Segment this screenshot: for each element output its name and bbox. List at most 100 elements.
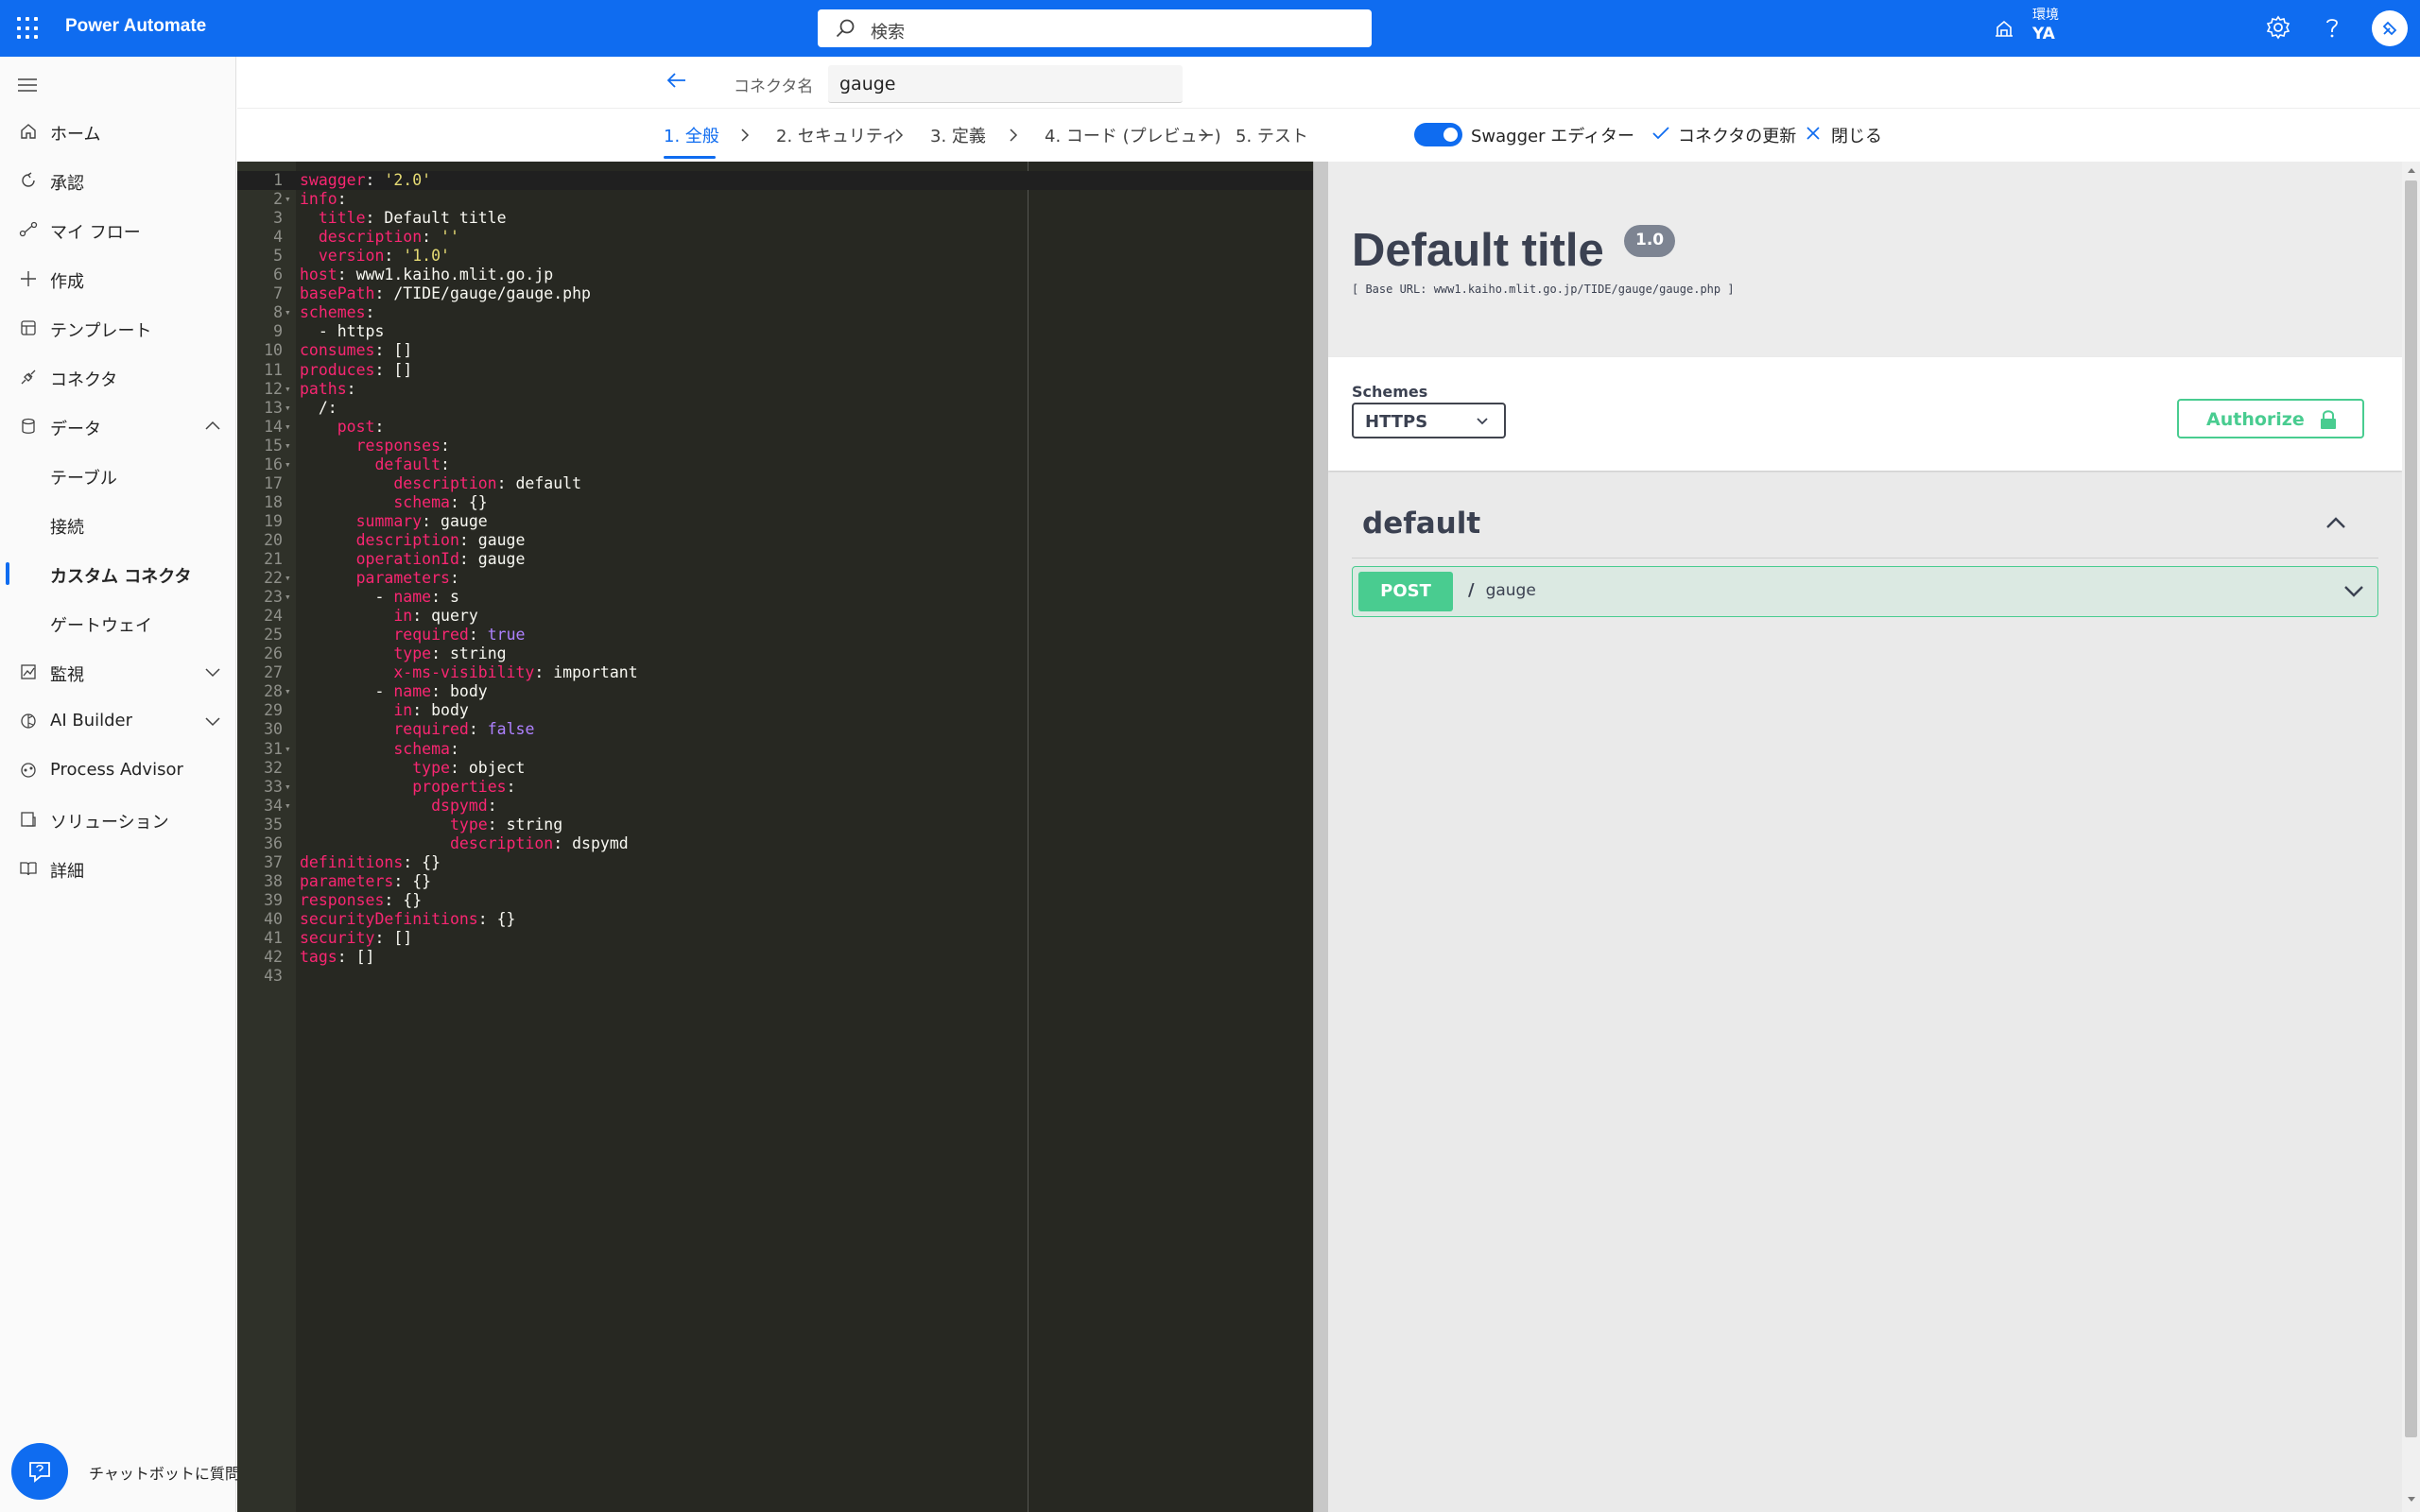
back-arrow-icon[interactable] bbox=[665, 68, 689, 93]
code-line[interactable]: 11 produces: [] bbox=[237, 361, 1313, 380]
code-line[interactable]: 33 ▾ properties: bbox=[237, 778, 1313, 797]
authorize-button[interactable]: Authorize bbox=[2177, 399, 2364, 438]
nav-item-process-advisor[interactable]: Process Advisor bbox=[0, 746, 235, 795]
code-line[interactable]: 12 ▾ paths: bbox=[237, 380, 1313, 399]
app-title[interactable]: Power Automate bbox=[65, 16, 206, 37]
chevron-down-icon[interactable] bbox=[203, 712, 222, 730]
code-line[interactable]: 24 in: query bbox=[237, 607, 1313, 626]
nav-item-connectors[interactable]: コネクタ bbox=[0, 352, 235, 402]
chevron-up-icon[interactable] bbox=[2325, 515, 2347, 530]
fold-arrow-icon[interactable]: ▾ bbox=[285, 303, 291, 322]
fold-arrow-icon[interactable]: ▾ bbox=[285, 190, 291, 209]
nav-item-learn[interactable]: 詳細 bbox=[0, 844, 235, 893]
nav-item-connections[interactable]: 接続 bbox=[0, 500, 235, 549]
code-line[interactable]: 8 ▾ schemes: bbox=[237, 303, 1313, 322]
chatbot-label[interactable]: チャットボットに質問 bbox=[89, 1461, 240, 1484]
search-box[interactable]: 検索 bbox=[818, 9, 1372, 47]
code-line[interactable]: 39 responses: {} bbox=[237, 891, 1313, 910]
code-line[interactable]: 28 ▾ - name: body bbox=[237, 682, 1313, 701]
scroll-down-icon[interactable] bbox=[2407, 1496, 2416, 1503]
tab-definition[interactable]: 3. 定義 bbox=[930, 123, 986, 147]
code-line[interactable]: 3 title: Default title bbox=[237, 209, 1313, 228]
tab-code-preview[interactable]: 4. コード (プレビュー) bbox=[1045, 123, 1221, 147]
fold-arrow-icon[interactable]: ▾ bbox=[285, 740, 291, 759]
chevron-down-icon[interactable] bbox=[203, 662, 222, 681]
code-line[interactable]: 31 ▾ schema: bbox=[237, 740, 1313, 759]
scroll-up-icon[interactable] bbox=[2407, 166, 2416, 174]
nav-item-data[interactable]: データ bbox=[0, 402, 235, 451]
avatar[interactable] bbox=[2372, 10, 2408, 46]
swagger-code-editor[interactable]: 1 swagger: '2.0' 2 ▾ info: 3 title: Default t… bbox=[237, 162, 1313, 1512]
tab-security[interactable]: 2. セキュリティ bbox=[776, 123, 899, 147]
nav-item-ai-builder[interactable]: AI Builder bbox=[0, 696, 235, 746]
code-line[interactable]: 6 host: www1.kaiho.mlit.go.jp bbox=[237, 266, 1313, 284]
nav-item-templates[interactable]: テンプレート bbox=[0, 303, 235, 352]
code-line[interactable]: 37 definitions: {} bbox=[237, 853, 1313, 872]
fold-arrow-icon[interactable]: ▾ bbox=[285, 437, 291, 455]
code-line[interactable]: 10 consumes: [] bbox=[237, 341, 1313, 360]
code-line[interactable]: 22 ▾ parameters: bbox=[237, 569, 1313, 588]
preview-scrollbar[interactable] bbox=[2402, 162, 2420, 1512]
code-line[interactable]: 14 ▾ post: bbox=[237, 418, 1313, 437]
code-line[interactable]: 23 ▾ - name: s bbox=[237, 588, 1313, 607]
nav-item-home[interactable]: ホーム bbox=[0, 107, 235, 156]
hamburger-icon[interactable] bbox=[17, 77, 38, 94]
connector-name-input[interactable]: gauge bbox=[828, 65, 1183, 103]
help-icon[interactable] bbox=[2322, 15, 2342, 40]
code-line[interactable]: 4 description: '' bbox=[237, 228, 1313, 247]
code-line[interactable]: 20 description: gauge bbox=[237, 531, 1313, 550]
code-line[interactable]: 32 type: object bbox=[237, 759, 1313, 778]
code-line[interactable]: 16 ▾ default: bbox=[237, 455, 1313, 474]
tab-general[interactable]: 1. 全般 bbox=[664, 123, 719, 147]
code-line[interactable]: 2 ▾ info: bbox=[237, 190, 1313, 209]
fold-arrow-icon[interactable]: ▾ bbox=[285, 399, 291, 418]
code-line[interactable]: 30 required: false bbox=[237, 720, 1313, 739]
fold-arrow-icon[interactable]: ▾ bbox=[285, 682, 291, 701]
environment-icon[interactable] bbox=[1993, 18, 2015, 39]
fold-arrow-icon[interactable]: ▾ bbox=[285, 418, 291, 437]
fold-arrow-icon[interactable]: ▾ bbox=[285, 778, 291, 797]
nav-item-create[interactable]: 作成 bbox=[0, 254, 235, 303]
nav-item-approvals[interactable]: 承認 bbox=[0, 156, 235, 205]
code-line[interactable]: 41 security: [] bbox=[237, 929, 1313, 948]
code-line[interactable]: 17 description: default bbox=[237, 474, 1313, 493]
code-line[interactable]: 21 operationId: gauge bbox=[237, 550, 1313, 569]
scrollbar-thumb[interactable] bbox=[2405, 180, 2417, 1437]
code-line[interactable]: 5 version: '1.0' bbox=[237, 247, 1313, 266]
environment-picker[interactable]: 環境 YA bbox=[2032, 6, 2059, 43]
code-line[interactable]: 40 securityDefinitions: {} bbox=[237, 910, 1313, 929]
nav-item-custom-connectors[interactable]: カスタム コネクタ bbox=[0, 549, 235, 598]
code-line[interactable]: 25 required: true bbox=[237, 626, 1313, 644]
settings-icon[interactable] bbox=[2266, 15, 2290, 40]
code-line[interactable]: 42 tags: [] bbox=[237, 948, 1313, 967]
code-line[interactable]: 13 ▾ /: bbox=[237, 399, 1313, 418]
nav-item-monitor[interactable]: 監視 bbox=[0, 647, 235, 696]
splitter-scrollbar[interactable] bbox=[1313, 162, 1328, 1512]
fold-arrow-icon[interactable]: ▾ bbox=[285, 588, 291, 607]
code-line[interactable]: 29 in: body bbox=[237, 701, 1313, 720]
nav-item-solutions[interactable]: ソリューション bbox=[0, 795, 235, 844]
operation-post-gauge[interactable]: POST / gauge bbox=[1352, 566, 2378, 617]
app-launcher-icon[interactable] bbox=[17, 17, 40, 40]
nav-item-tables[interactable]: テーブル bbox=[0, 451, 235, 500]
schemes-select[interactable]: HTTPS bbox=[1352, 403, 1506, 438]
code-line[interactable]: 18 schema: {} bbox=[237, 493, 1313, 512]
code-line[interactable]: 43 bbox=[237, 967, 1313, 986]
fold-arrow-icon[interactable]: ▾ bbox=[285, 380, 291, 399]
chevron-up-icon[interactable] bbox=[203, 417, 222, 436]
code-line[interactable]: 19 summary: gauge bbox=[237, 512, 1313, 531]
chevron-down-icon[interactable] bbox=[2343, 584, 2364, 599]
code-line[interactable]: 34 ▾ dspymd: bbox=[237, 797, 1313, 816]
code-line[interactable]: 7 basePath: /TIDE/gauge/gauge.php bbox=[237, 284, 1313, 303]
chatbot-button[interactable] bbox=[11, 1443, 68, 1500]
nav-item-gateways[interactable]: ゲートウェイ bbox=[0, 598, 235, 647]
code-line[interactable]: 27 x-ms-visibility: important bbox=[237, 663, 1313, 682]
fold-arrow-icon[interactable]: ▾ bbox=[285, 797, 291, 816]
code-line[interactable]: 1 swagger: '2.0' bbox=[237, 171, 1313, 190]
code-line[interactable]: 38 parameters: {} bbox=[237, 872, 1313, 891]
code-line[interactable]: 15 ▾ responses: bbox=[237, 437, 1313, 455]
code-line[interactable]: 26 type: string bbox=[237, 644, 1313, 663]
fold-arrow-icon[interactable]: ▾ bbox=[285, 455, 291, 474]
swagger-editor-toggle[interactable] bbox=[1414, 123, 1462, 146]
code-line[interactable]: 35 type: string bbox=[237, 816, 1313, 834]
